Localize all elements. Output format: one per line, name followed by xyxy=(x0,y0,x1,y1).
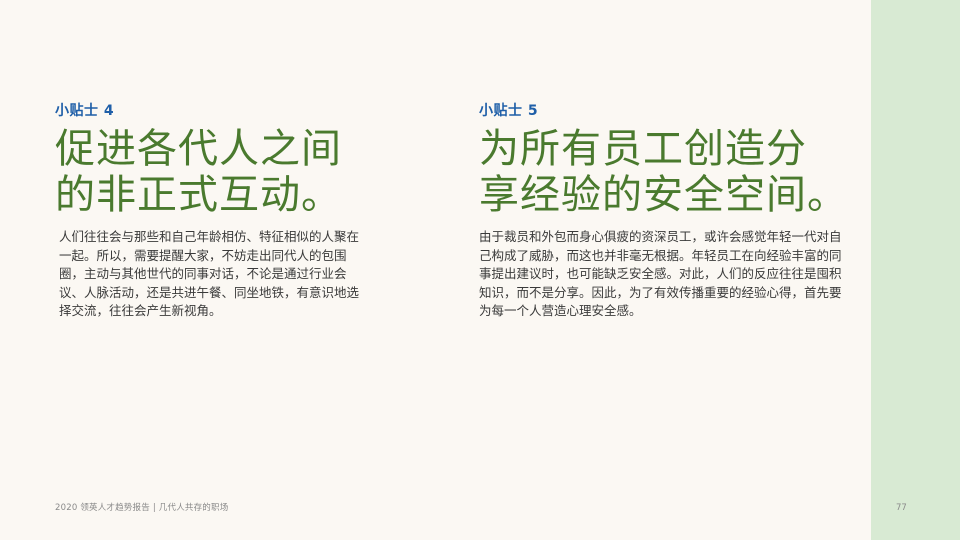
side-decorative-band xyxy=(871,0,960,540)
tip-4-body: 人们往往会与那些和自己年龄相仿、特征相似的人聚在一起。所以，需要提醒大家，不妨走… xyxy=(59,229,360,318)
tip-4-title-line1: 促进各代人之间 xyxy=(55,126,342,172)
tip-5-body: 由于裁员和外包而身心俱疲的资深员工，或许会感觉年轻一代对自己构成了威胁，而这也并… xyxy=(479,229,842,318)
footer-report-title: 2020 领英人才趋势报告 | 几代人共存的职场 xyxy=(55,503,229,513)
tip-5-title-line2: 享经验的安全空间。 xyxy=(479,172,848,218)
tip-4-section: 小贴士 4 促进各代人之间 的非正式互动。 人们往往会与那些和自己年龄相仿、特征… xyxy=(55,102,375,321)
tip-5-section: 小贴士 5 为所有员工创造分 享经验的安全空间。 由于裁员和外包而身心俱疲的资深… xyxy=(479,102,851,321)
page-number: 77 xyxy=(896,503,907,513)
tip-5-title: 为所有员工创造分 享经验的安全空间。 xyxy=(479,126,851,218)
tip-5-title-line1: 为所有员工创造分 xyxy=(479,126,807,172)
tip-5-label: 小贴士 5 xyxy=(479,103,539,119)
tip-4-title: 促进各代人之间 的非正式互动。 xyxy=(55,126,375,218)
tip-4-title-line2: 的非正式互动。 xyxy=(55,172,342,218)
tip-4-label: 小贴士 4 xyxy=(55,103,115,119)
